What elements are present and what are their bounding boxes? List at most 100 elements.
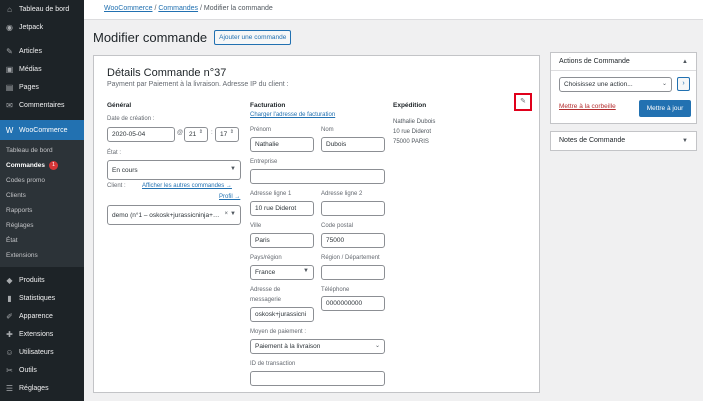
sidebar-item-label: Produits	[19, 276, 45, 284]
sidebar-item-apparence[interactable]: ✐ Apparence	[0, 307, 84, 325]
appearance-icon: ✐	[6, 311, 13, 321]
submenu-item-etat[interactable]: État	[0, 233, 84, 248]
last-name-field[interactable]: Dubois	[321, 137, 385, 152]
address1-label: Adresse ligne 1	[250, 191, 292, 197]
sidebar-item-statistiques[interactable]: ▮ Statistiques	[0, 289, 84, 307]
breadcrumb-bar: WooCommerce / Commandes / Modifier la co…	[84, 0, 703, 20]
breadcrumb-separator: /	[154, 5, 157, 12]
dashboard-icon: ⌂	[7, 4, 12, 14]
expand-icon[interactable]: ▼	[682, 132, 688, 150]
status-select[interactable]: En cours ▼	[107, 160, 241, 180]
sidebar-item-commentaires[interactable]: ✉ Commentaires	[0, 96, 84, 114]
page-title: Modifier commande	[93, 30, 208, 45]
sidebar-item-outils[interactable]: ✂ Outils	[0, 361, 84, 379]
breadcrumb-woocommerce-link[interactable]: WooCommerce	[104, 5, 153, 12]
order-title: Détails Commande n°37	[107, 67, 227, 79]
clear-icon[interactable]: ×	[224, 211, 228, 217]
date-label: Date de création :	[107, 116, 155, 122]
submenu-item-extensions[interactable]: Extensions	[0, 248, 84, 263]
order-data-box: Détails Commande n°37 Payment par Paieme…	[93, 55, 540, 393]
minute-stepper[interactable]: 17 ⇕	[215, 127, 239, 142]
email-field[interactable]: oskosk+jurassicni	[250, 307, 314, 322]
submenu-item-tableau-de-bord[interactable]: Tableau de bord	[0, 143, 84, 158]
at-sign: @	[177, 130, 184, 136]
sidebar-item-tableau-de-bord[interactable]: ⌂ Tableau de bord	[0, 0, 84, 18]
address2-field[interactable]	[321, 201, 385, 216]
breadcrumb-current: Modifier la commande	[203, 5, 273, 12]
hour-value: 21	[189, 131, 197, 138]
submenu-item-reglages[interactable]: Réglages	[0, 218, 84, 233]
pages-icon: ▤	[5, 82, 14, 92]
settings-icon: ☰	[5, 383, 14, 393]
sidebar-item-label: Réglages	[19, 384, 49, 392]
order-actions-title-text: Actions de Commande	[559, 58, 630, 65]
sidebar-item-reglages[interactable]: ☰ Réglages	[0, 379, 84, 397]
stepper-arrows-icon: ⇕	[198, 129, 203, 135]
company-field[interactable]	[250, 169, 385, 184]
shipping-address-line: 75000 PARIS	[393, 139, 429, 145]
submenu-item-clients[interactable]: Clients	[0, 188, 84, 203]
count-badge: 1	[49, 161, 59, 170]
sidebar-item-label: Pages	[19, 83, 39, 91]
sidebar-item-jetpack[interactable]: ◉ Jetpack	[0, 18, 84, 36]
profile-link[interactable]: Profil →	[219, 194, 240, 200]
submenu-item-commandes[interactable]: Commandes 1	[0, 158, 84, 173]
edit-shipping-button[interactable]: ✎	[514, 93, 532, 111]
sidebar-item-label: WooCommerce	[19, 126, 68, 134]
pencil-icon: ✎	[520, 98, 526, 105]
move-to-trash-link[interactable]: Mettre à la corbeille	[559, 103, 616, 110]
address1-field[interactable]: 10 rue Diderot	[250, 201, 314, 216]
phone-field[interactable]: 0000000000	[321, 296, 385, 311]
payment-select[interactable]: Paiement à la livraison ⌄	[250, 339, 385, 354]
city-label: Ville	[250, 223, 262, 229]
payment-label: Moyen de paiement :	[250, 329, 307, 335]
other-orders-link[interactable]: Afficher les autres commandes →	[142, 183, 232, 189]
apply-action-button[interactable]: ›	[677, 77, 690, 91]
state-field[interactable]	[321, 265, 385, 280]
email-label-line1: Adresse de	[250, 287, 281, 293]
submenu-item-label: Extensions	[6, 252, 38, 259]
order-actions-title[interactable]: Actions de Commande ▲	[551, 53, 696, 71]
load-billing-link[interactable]: Charger l'adresse de facturation	[250, 112, 335, 118]
submenu-item-codes-promo[interactable]: Codes promo	[0, 173, 84, 188]
order-action-select[interactable]: Choisissez une action... ⌄	[559, 77, 672, 92]
state-label: Région / Département	[321, 255, 380, 261]
order-notes-title[interactable]: Notes de Commande ▼	[551, 132, 696, 150]
plugins-icon: ✚	[6, 329, 13, 339]
sidebar-item-articles[interactable]: ✎ Articles	[0, 42, 84, 60]
client-value: demo (n°1 – oskosk+jurassicninja+…	[112, 212, 220, 219]
add-order-button[interactable]: Ajouter une commande	[214, 30, 292, 45]
collapse-icon[interactable]: ▲	[682, 53, 688, 71]
city-field[interactable]: Paris	[250, 233, 314, 248]
country-select[interactable]: France ▼	[250, 265, 314, 280]
sidebar-item-woocommerce[interactable]: W WooCommerce	[0, 120, 84, 140]
admin-sidebar: ⌂ Tableau de bord ◉ Jetpack ✎ Articles ▣ Média…	[0, 0, 84, 401]
submenu-item-label: Rapports	[6, 207, 33, 214]
country-value: France	[255, 269, 276, 276]
postcode-field[interactable]: 75000	[321, 233, 385, 248]
first-name-field[interactable]: Nathalie	[250, 137, 314, 152]
order-notes-title-text: Notes de Commande	[559, 137, 626, 144]
chevron-down-icon: ▼	[230, 166, 236, 172]
sidebar-item-utilisateurs[interactable]: ☺ Utilisateurs	[0, 343, 84, 361]
update-button[interactable]: Mettre à jour	[639, 100, 691, 117]
shipping-address-line: Nathalie Dubois	[393, 119, 436, 125]
sidebar-item-medias[interactable]: ▣ Médias	[0, 60, 84, 78]
submenu-item-rapports[interactable]: Rapports	[0, 203, 84, 218]
chevron-down-icon: ▼	[303, 268, 309, 274]
transaction-id-field[interactable]	[250, 371, 385, 386]
order-actions-box: Actions de Commande ▲ Choisissez une act…	[550, 52, 697, 124]
billing-heading: Facturation	[250, 102, 286, 109]
sidebar-item-pages[interactable]: ▤ Pages	[0, 78, 84, 96]
sidebar-item-produits[interactable]: ◆ Produits	[0, 271, 84, 289]
comments-icon: ✉	[6, 100, 13, 110]
status-label: État :	[107, 150, 122, 156]
date-field[interactable]: 2020-05-04	[107, 127, 175, 142]
client-select[interactable]: demo (n°1 – oskosk+jurassicninja+… × ▼	[107, 205, 241, 225]
page-heading: Modifier commande Ajouter une commande	[93, 30, 292, 45]
products-icon: ◆	[6, 275, 13, 285]
sidebar-item-extensions[interactable]: ✚ Extensions	[0, 325, 84, 343]
breadcrumb-orders-link[interactable]: Commandes	[158, 5, 198, 12]
chevron-down-icon: ⌄	[661, 81, 667, 87]
hour-stepper[interactable]: 21 ⇕	[184, 127, 208, 142]
